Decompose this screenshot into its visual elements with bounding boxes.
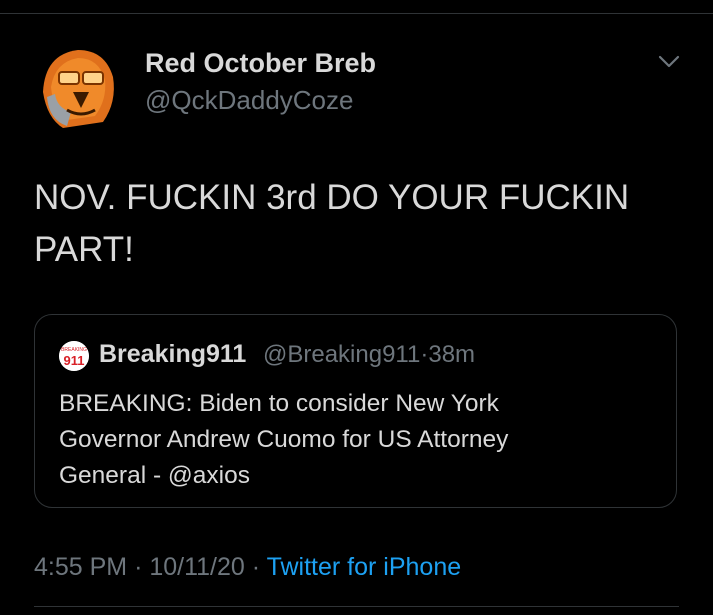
top-divider [0, 13, 713, 14]
footer-separator: · [134, 553, 143, 581]
tweet-source-link[interactable]: Twitter for iPhone [267, 553, 462, 581]
hooded-mask-avatar-icon [33, 42, 123, 132]
quoted-author-handle: @Breaking911 [263, 341, 421, 368]
quoted-author-avatar[interactable]: BREAKING 911 [59, 341, 89, 371]
author-display-name[interactable]: Red October Breb [145, 48, 376, 79]
author-handle[interactable]: @QckDaddyCoze [145, 85, 353, 116]
tweet-footer-meta: 4:55 PM · 10/11/20 · Twitter for iPhone [34, 553, 461, 582]
breaking911-logo-icon: BREAKING 911 [59, 341, 89, 371]
tweet-text: NOV. FUCKIN 3rd DO YOUR FUCKIN PART! [34, 172, 684, 276]
quoted-tweet-age: 38m [428, 341, 476, 368]
quoted-author-display-name: Breaking911 [99, 340, 247, 368]
tweet-time[interactable]: 4:55 PM [34, 553, 127, 581]
author-avatar[interactable] [33, 42, 123, 132]
quoted-tweet-meta: @Breaking911·38m [263, 341, 475, 369]
tweet-detail-view: Red October Breb @QckDaddyCoze NOV. FUCK… [0, 0, 713, 615]
chevron-down-icon[interactable] [658, 55, 680, 69]
quoted-text-line: General - @axios [59, 462, 250, 489]
tweet-text-line: NOV. FUCKIN 3rd DO YOUR FUCKIN [34, 178, 630, 217]
quoted-text-line: Governor Andrew Cuomo for US Attorney [59, 426, 509, 453]
quoted-text-line: BREAKING: Biden to consider New York [59, 390, 499, 417]
quoted-tweet-card[interactable]: BREAKING 911 Breaking911 @Breaking911·38… [34, 314, 677, 508]
quoted-tweet-text: BREAKING: Biden to consider New York Gov… [59, 386, 659, 494]
tweet-text-line: PART! [34, 230, 134, 269]
bottom-divider [34, 606, 679, 607]
footer-separator: · [251, 553, 261, 581]
tweet-date[interactable]: 10/11/20 [149, 553, 244, 581]
svg-text:911: 911 [64, 353, 85, 368]
